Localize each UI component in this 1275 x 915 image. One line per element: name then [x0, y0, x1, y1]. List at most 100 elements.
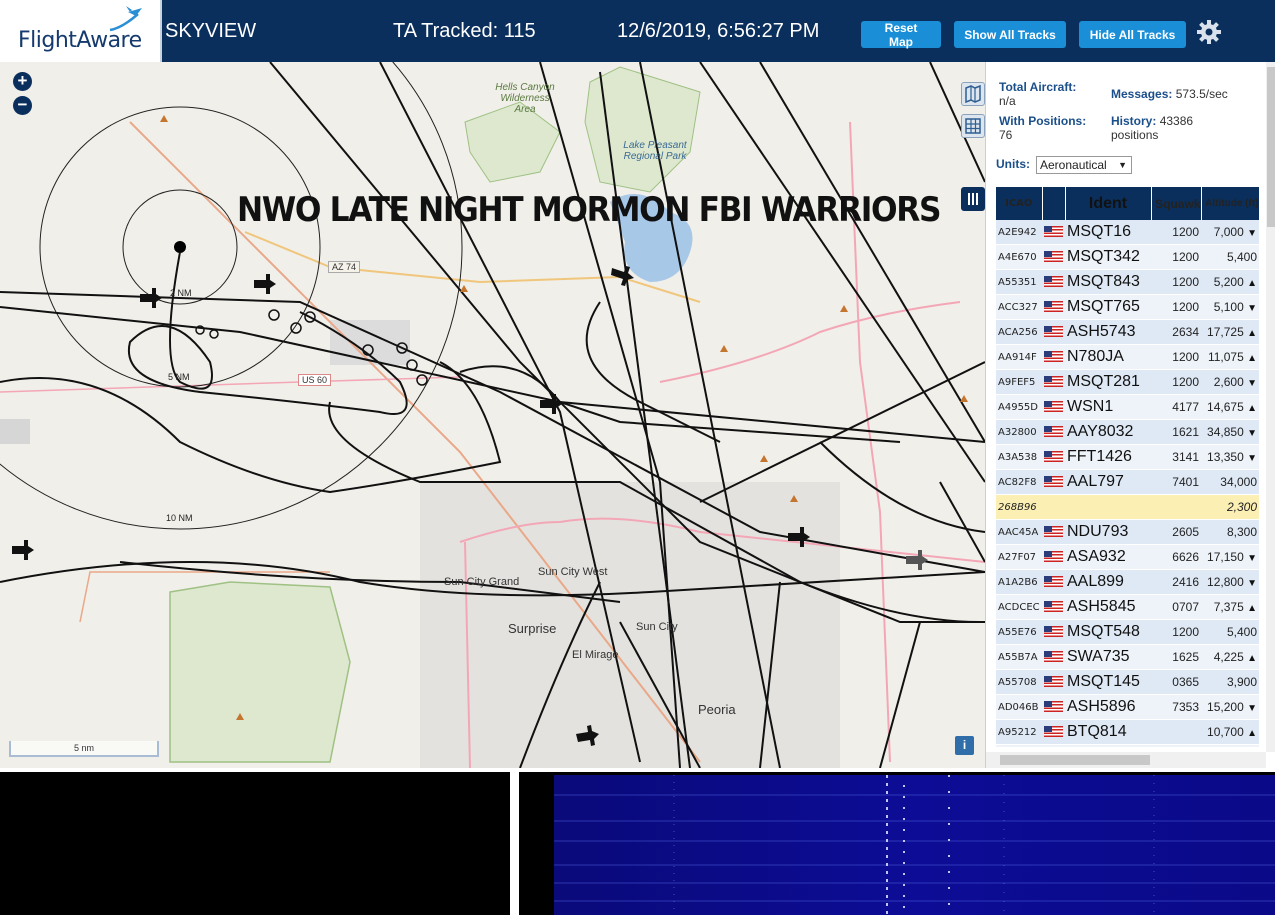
ident-cell: ASH5896: [1065, 694, 1151, 720]
altitude-cell: 5,100 ▼: [1201, 294, 1259, 320]
aircraft-row[interactable]: AC82F8 AAL797 7401 34,000: [996, 469, 1259, 495]
aircraft-row[interactable]: A2E942 MSQT16 1200 7,000 ▼: [996, 220, 1259, 245]
country-flag-cell: [1042, 669, 1065, 695]
zoom-out-button[interactable]: −: [13, 96, 32, 115]
column-header-ident[interactable]: Ident: [1065, 187, 1152, 220]
gear-icon[interactable]: [1196, 19, 1222, 45]
spectrum-waterfall: [554, 775, 1275, 915]
map-view[interactable]: + − NWO LATE NIGHT MORMON FBI WARRIORS 2…: [0, 62, 985, 768]
icao-cell: 268B96: [996, 494, 1042, 520]
aircraft-row[interactable]: A55351 MSQT843 1200 5,200 ▲: [996, 269, 1259, 295]
altitude-value: 3,900: [1226, 675, 1257, 689]
squawk-cell: 1625: [1151, 644, 1201, 670]
altitude-value: 34,000: [1220, 475, 1257, 489]
aircraft-row[interactable]: AD046B ASH5896 7353 15,200 ▼: [996, 694, 1259, 720]
ident-cell: N9577P: [1065, 744, 1151, 747]
altitude-value: 12,800: [1207, 575, 1244, 589]
info-button[interactable]: i: [955, 736, 974, 755]
scrollbar-thumb[interactable]: [1267, 67, 1275, 227]
top-header: FlightAware SKYVIEW TA Tracked: 115 12/6…: [0, 0, 1275, 62]
aircraft-row[interactable]: 268B96 2,300: [996, 494, 1259, 520]
aircraft-row[interactable]: A55B7A SWA735 1625 4,225 ▲: [996, 644, 1259, 670]
country-flag-cell: [1042, 619, 1065, 645]
vertical-scrollbar[interactable]: [1266, 62, 1275, 752]
ident-cell: MSQT16: [1065, 220, 1151, 245]
icao-cell: A1A2B6: [996, 569, 1042, 595]
ident-cell: [1065, 494, 1151, 520]
aircraft-row[interactable]: A55E76 MSQT548 1200 5,400: [996, 619, 1259, 645]
units-select[interactable]: Aeronautical ▼: [1036, 156, 1132, 174]
range-ring-label: 5 NM: [168, 372, 190, 382]
squawk-cell: 1621: [1151, 419, 1201, 445]
ident-cell: SWA735: [1065, 644, 1151, 670]
place-label: Sun City Grand: [444, 576, 520, 588]
aircraft-row[interactable]: AAC45A NDU793 2605 8,300: [996, 519, 1259, 545]
aircraft-row[interactable]: A55708 MSQT145 0365 3,900: [996, 669, 1259, 695]
flightaware-logo[interactable]: FlightAware: [0, 0, 162, 62]
reset-map-button[interactable]: Reset Map: [861, 21, 941, 49]
squawk-cell: 4177: [1151, 394, 1201, 420]
aircraft-row[interactable]: A4955D WSN1 4177 14,675 ▲: [996, 394, 1259, 420]
altitude-cell: 17,150 ▼: [1201, 544, 1259, 570]
horizontal-scrollbar[interactable]: [986, 752, 1266, 768]
hide-all-tracks-button[interactable]: Hide All Tracks: [1079, 21, 1186, 48]
zoom-in-button[interactable]: +: [13, 72, 32, 91]
altitude-cell: 5,400: [1201, 244, 1259, 270]
aircraft-row[interactable]: ACDCEC ASH5845 0707 7,375 ▲: [996, 594, 1259, 620]
aircraft-row[interactable]: ACC327 MSQT765 1200 5,100 ▼: [996, 294, 1259, 320]
aircraft-row[interactable]: A3A538 FFT1426 3141 13,350 ▼: [996, 444, 1259, 470]
place-label: Lake Pleasant Regional Park: [623, 140, 687, 162]
arrow-up-icon: ▲: [1247, 403, 1257, 414]
country-flag-cell: [1042, 694, 1065, 720]
squawk-cell: 1200: [1151, 619, 1201, 645]
altitude-cell: 15,200 ▼: [1201, 694, 1259, 720]
altitude-value: 4,225: [1213, 650, 1244, 664]
aircraft-row[interactable]: A1A2B6 AAL899 2416 12,800 ▼: [996, 569, 1259, 595]
country-flag-cell: [1042, 369, 1065, 395]
column-header-icao[interactable]: ICAO: [996, 187, 1043, 220]
altitude-cell: 12,800 ▼: [1201, 569, 1259, 595]
columns-icon[interactable]: [961, 187, 985, 211]
squawk-cell: 0707: [1151, 594, 1201, 620]
aircraft-row[interactable]: A9F27D N9577P73055,150 ▼: [996, 744, 1259, 747]
map-canvas[interactable]: [0, 62, 985, 768]
column-header-altitude[interactable]: Altitude (ft): [1201, 187, 1260, 220]
squawk-cell: 7353: [1151, 694, 1201, 720]
show-all-tracks-button[interactable]: Show All Tracks: [954, 21, 1066, 48]
country-flag-cell: [1042, 394, 1065, 420]
icao-cell: A9FEF5: [996, 369, 1042, 395]
aircraft-row[interactable]: A95212 BTQ814 10,700 ▲: [996, 719, 1259, 745]
us-flag-icon: [1044, 401, 1063, 413]
altitude-value: 11,075: [1207, 350, 1244, 364]
squawk-cell: 7401: [1151, 469, 1201, 495]
country-flag-cell: [1042, 719, 1065, 745]
country-flag-cell: [1042, 469, 1065, 495]
arrow-up-icon: ▲: [1247, 653, 1257, 664]
bottom-left-panel: [0, 772, 510, 915]
arrow-down-icon: ▼: [1247, 378, 1257, 389]
column-header-flag[interactable]: [1042, 187, 1066, 220]
squawk-cell: 0365: [1151, 669, 1201, 695]
aircraft-row[interactable]: A4E670 MSQT342 1200 5,400: [996, 244, 1259, 270]
aircraft-row[interactable]: A9FEF5 MSQT281 1200 2,600 ▼: [996, 369, 1259, 395]
ident-cell: MSQT342: [1065, 244, 1151, 270]
altitude-cell: 5,150 ▼: [1201, 744, 1259, 747]
country-flag-cell: [1042, 419, 1065, 445]
us-flag-icon: [1044, 701, 1063, 713]
ident-cell: MSQT548: [1065, 619, 1151, 645]
altitude-cell: 7,000 ▼: [1201, 220, 1259, 245]
aircraft-row[interactable]: AA914F N780JA 1200 11,075 ▲: [996, 344, 1259, 370]
aircraft-row[interactable]: A27F07 ASA932 6626 17,150 ▼: [996, 544, 1259, 570]
ident-cell: MSQT145: [1065, 669, 1151, 695]
country-flag-cell: [1042, 569, 1065, 595]
arrow-down-icon: ▼: [1247, 703, 1257, 714]
icao-cell: A55708: [996, 669, 1042, 695]
place-label: Sun City West: [538, 566, 608, 578]
aircraft-row[interactable]: A32800 AAY8032 1621 34,850 ▼: [996, 419, 1259, 445]
scrollbar-thumb[interactable]: [1000, 755, 1150, 765]
country-flag-cell: [1042, 344, 1065, 370]
aircraft-row[interactable]: ACA256 ASH5743 2634 17,725 ▲: [996, 319, 1259, 345]
grid-icon[interactable]: [961, 114, 985, 138]
map-layer-icon[interactable]: [961, 82, 985, 106]
column-header-squawk[interactable]: Squawk: [1151, 187, 1202, 220]
